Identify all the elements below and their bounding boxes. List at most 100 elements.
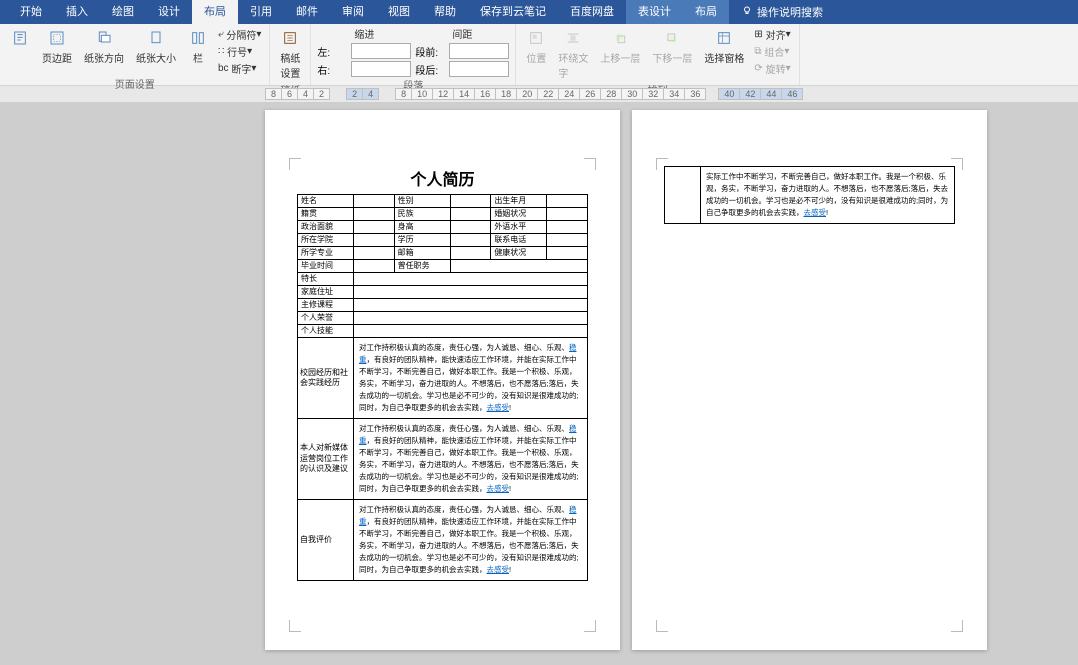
group-button[interactable]: ⧉ 组合 ▾ [752, 43, 792, 59]
wrap-icon [563, 28, 583, 48]
hyphenation-button[interactable]: bc 断字 ▾ [216, 60, 263, 76]
page-setup-group-label: 页面设置 [6, 76, 263, 93]
document-title: 个人简历 [297, 166, 588, 190]
ribbon-group-arrange: 位置 环绕文 字 上移一层 下移一层 选择窗格 ⊞ 对齐 ▾ [516, 24, 799, 85]
indent-header: 缩进 [317, 26, 411, 41]
section-selfeval-label[interactable]: 自我评价 [298, 500, 354, 581]
tab-draw[interactable]: 绘图 [100, 0, 146, 24]
cell-gender-label[interactable]: 性别 [394, 195, 450, 208]
line-numbers-button[interactable]: ∷ 行号 ▾ [216, 43, 263, 59]
indent-left-label: 左: [317, 44, 347, 59]
ruler-seg-1: 8642 [265, 88, 330, 100]
crop-mark-br-2 [951, 620, 963, 632]
tab-design[interactable]: 设计 [146, 0, 192, 24]
resume-table[interactable]: 姓名 性别 出生年月 籍贯 民族 婚姻状况 政治面貌 身高 外语水平 所在学院 … [297, 194, 588, 581]
margins-button[interactable]: 页边距 [38, 26, 76, 67]
position-button[interactable]: 位置 [522, 26, 550, 67]
lightbulb-icon [741, 5, 753, 20]
resume-table-continued[interactable]: 实际工作中不断学习，不断完善自己，做好本职工作。我是一个积极、乐观，务实，不断学… [664, 166, 955, 224]
align-button[interactable]: ⊞ 对齐 ▾ [752, 26, 792, 42]
crop-mark-tl-2 [656, 158, 668, 170]
send-backward-icon [662, 28, 682, 48]
tab-table-layout[interactable]: 布局 [683, 0, 729, 24]
indent-left-input[interactable] [351, 43, 411, 59]
ribbon: 文字方向 页边距 纸张方向 纸张大小 栏 ⤶ 分隔符 ▾ [0, 24, 1078, 86]
manuscript-settings-button[interactable]: 稿纸 设置 [276, 26, 304, 82]
selection-pane-icon [714, 28, 734, 48]
page-1[interactable]: 个人简历 姓名 性别 出生年月 籍贯 民族 婚姻状况 政治面貌 身高 外语水平 [265, 110, 620, 650]
tab-help[interactable]: 帮助 [422, 0, 468, 24]
space-after-input[interactable] [449, 61, 509, 77]
bring-forward-button[interactable]: 上移一层 [596, 26, 644, 67]
group-icon: ⧉ [754, 46, 761, 57]
position-icon [526, 28, 546, 48]
bring-forward-icon [610, 28, 630, 48]
ribbon-group-manuscript: 稿纸 设置 稿纸 [270, 24, 311, 85]
section-understanding-label[interactable]: 本人对新媒体运营岗位工作的认识及建议 [298, 419, 354, 500]
section-campus-text[interactable]: 对工作持积极认真的态度，责任心强，为人诚恳、细心、乐观、稳重，有良好的团队精神，… [354, 338, 588, 419]
tab-home[interactable]: 开始 [8, 0, 54, 24]
orientation-icon [94, 28, 114, 48]
tab-references[interactable]: 引用 [238, 0, 284, 24]
space-after-label: 段后: [415, 62, 445, 77]
tab-baidu-netdisk[interactable]: 百度网盘 [558, 0, 626, 24]
cell-birth-label[interactable]: 出生年月 [491, 195, 547, 208]
document-workspace: 个人简历 姓名 性别 出生年月 籍贯 民族 婚姻状况 政治面貌 身高 外语水平 [0, 102, 1078, 658]
section-understanding-text[interactable]: 对工作持积极认真的态度，责任心强，为人诚恳、细心、乐观、稳重，有良好的团队精神，… [354, 419, 588, 500]
section-campus-label[interactable]: 校园经历和社会实践经历 [298, 338, 354, 419]
p2-empty-cell[interactable] [665, 167, 701, 224]
align-icon: ⊞ [754, 29, 762, 40]
ruler-seg-3: 81012141618202224262830323436 [395, 88, 706, 100]
ribbon-group-paragraph: 缩进 左: 右: 间距 段前: [311, 24, 516, 85]
cell-gender-val[interactable] [450, 195, 491, 208]
breaks-button[interactable]: ⤶ 分隔符 ▾ [216, 26, 263, 42]
ruler-seg-4: 40424446 [718, 88, 803, 100]
cell-name-label[interactable]: 姓名 [298, 195, 354, 208]
text-direction-icon [10, 28, 30, 48]
tab-mailings[interactable]: 邮件 [284, 0, 330, 24]
crop-mark-bl [289, 620, 301, 632]
menu-bar: 开始 插入 绘图 设计 布局 引用 邮件 审阅 视图 帮助 保存到云笔记 百度网… [0, 0, 1078, 24]
indent-right-label: 右: [317, 62, 347, 77]
section-selfeval-text[interactable]: 对工作持积极认真的态度，责任心强，为人诚恳、细心、乐观、稳重，有良好的团队精神，… [354, 500, 588, 581]
crop-mark-tl [289, 158, 301, 170]
cell-name-val[interactable] [354, 195, 395, 208]
tab-cloud-notes[interactable]: 保存到云笔记 [468, 0, 558, 24]
space-before-label: 段前: [415, 44, 445, 59]
tab-view[interactable]: 视图 [376, 0, 422, 24]
send-backward-button[interactable]: 下移一层 [648, 26, 696, 67]
line-numbers-icon: ∷ [218, 46, 224, 57]
tab-insert[interactable]: 插入 [54, 0, 100, 24]
ruler-seg-2: 24 [346, 88, 379, 100]
breaks-icon: ⤶ [218, 29, 224, 40]
page-2[interactable]: 实际工作中不断学习，不断完善自己，做好本职工作。我是一个积极、乐观，务实，不断学… [632, 110, 987, 650]
search-placeholder-text: 操作说明搜索 [757, 4, 823, 20]
tab-table-design[interactable]: 表设计 [626, 0, 683, 24]
ribbon-group-page-setup: 文字方向 页边距 纸张方向 纸张大小 栏 ⤶ 分隔符 ▾ [0, 24, 270, 85]
tab-layout[interactable]: 布局 [192, 0, 238, 24]
wrap-text-button[interactable]: 环绕文 字 [554, 26, 592, 82]
space-before-input[interactable] [449, 43, 509, 59]
columns-icon [188, 28, 208, 48]
crop-mark-bl-2 [656, 620, 668, 632]
text-direction-button[interactable]: 文字方向 [6, 26, 34, 52]
rotate-button[interactable]: ⟳ 旋转 ▾ [752, 60, 792, 76]
spacing-header: 间距 [415, 26, 509, 41]
selection-pane-button[interactable]: 选择窗格 [700, 26, 748, 67]
tab-review[interactable]: 审阅 [330, 0, 376, 24]
manuscript-icon [280, 28, 300, 48]
size-icon [146, 28, 166, 48]
crop-mark-br [584, 620, 596, 632]
cell-birth-val[interactable] [547, 195, 588, 208]
orientation-button[interactable]: 纸张方向 [80, 26, 128, 67]
p2-text-cell[interactable]: 实际工作中不断学习，不断完善自己，做好本职工作。我是一个积极、乐观，务实，不断学… [701, 167, 955, 224]
columns-button[interactable]: 栏 [184, 26, 212, 67]
crop-mark-tr [584, 158, 596, 170]
rotate-icon: ⟳ [754, 63, 762, 74]
crop-mark-tr-2 [951, 158, 963, 170]
hyphenation-icon: bc [218, 63, 229, 74]
tell-me-search[interactable]: 操作说明搜索 [729, 4, 823, 20]
indent-right-input[interactable] [351, 61, 411, 77]
margins-icon [47, 28, 67, 48]
size-button[interactable]: 纸张大小 [132, 26, 180, 67]
